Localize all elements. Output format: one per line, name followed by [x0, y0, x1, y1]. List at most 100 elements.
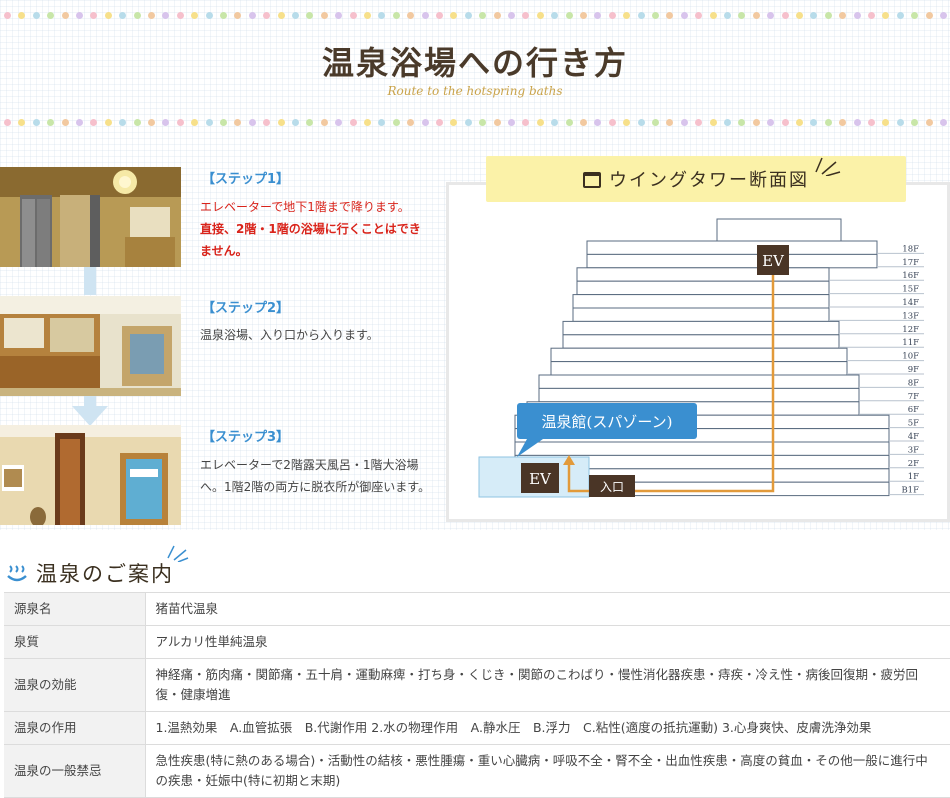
decorative-dot: [493, 119, 501, 126]
hotspring-info-table: 源泉名 猪苗代温泉 泉質 アルカリ性単純温泉 温泉の効能 神経痛・筋肉痛・関節痛・五十肩・…: [4, 592, 950, 798]
decorative-dot: [767, 12, 775, 19]
decorative-dot: [925, 119, 933, 126]
decorative-dot: [896, 119, 904, 126]
decorative-dot: [536, 12, 544, 19]
decorative-dot: [565, 12, 573, 19]
decorative-dot: [666, 119, 674, 126]
decorative-dot: [724, 119, 731, 126]
decorative-dot: [839, 119, 847, 126]
decorative-dot: [551, 12, 559, 19]
diagram-title-text: ウイングタワー断面図: [609, 170, 809, 191]
decorative-dot: [680, 119, 688, 126]
table-row: 温泉の効能 神経痛・筋肉痛・関節痛・五十肩・運動麻痺・打ち身・くじき・関節のこわば…: [4, 658, 950, 712]
diagram-title: ウイングタワー断面図: [486, 166, 906, 192]
decorative-dot: [853, 12, 861, 19]
floor-outline: [576, 267, 830, 282]
row-value: 1.温熱効果 A.血管拡張 B.代謝作用 2.水の物理作用 A.静水圧 B.浮力…: [145, 711, 950, 745]
row-value: 猪苗代温泉: [145, 592, 950, 626]
decorative-dot: [378, 119, 386, 126]
decorative-dot: [349, 119, 357, 126]
floor-outline: [562, 320, 840, 336]
ev-top-label: EV: [762, 252, 785, 270]
row-label: 温泉の作用: [4, 711, 146, 745]
decorative-dot: [551, 119, 559, 126]
decorative-dot: [76, 119, 83, 126]
decorative-dot: [148, 119, 155, 126]
floor-label: 8F: [908, 378, 919, 388]
decorative-dot: [90, 12, 98, 19]
sparkle-icon: [815, 157, 841, 176]
decorative-dot: [191, 12, 199, 19]
floor-label: 1F: [908, 472, 919, 482]
decorative-dot: [421, 119, 429, 126]
decorative-dot: [752, 119, 760, 126]
floor-label: 17F: [902, 258, 919, 268]
decorative-dot: [407, 119, 415, 126]
decorative-dot: [824, 12, 832, 19]
table-row: 源泉名 猪苗代温泉: [4, 592, 950, 626]
decorative-dot: [940, 119, 947, 126]
calendar-icon: [583, 172, 601, 188]
floor-label: 15F: [902, 285, 919, 295]
step1-text-red: エレベーターで地下1階まで降ります。: [200, 200, 410, 214]
decorative-dot: [306, 119, 314, 126]
diagram-title-banner: ウイングタワー断面図: [486, 156, 906, 202]
decorative-dot: [407, 12, 415, 19]
floor-outline: [538, 387, 860, 403]
table-row: 泉質 アルカリ性単純温泉: [4, 625, 950, 659]
decorative-dot: [666, 12, 674, 19]
decorative-dot: [796, 12, 803, 19]
decorative-dot: [882, 12, 890, 19]
decorative-dot: [191, 119, 199, 126]
decorative-dot: [205, 12, 213, 19]
decorative-dot: [18, 119, 26, 126]
floor-outline: [562, 334, 840, 349]
decorative-dot: [205, 119, 213, 126]
decorative-dot: [709, 12, 717, 19]
decorative-dot: [580, 119, 587, 126]
decorative-dot: [479, 12, 487, 19]
decorative-dot: [320, 119, 328, 126]
row-label: 温泉の効能: [4, 658, 146, 712]
decorative-dot: [292, 119, 299, 126]
decorative-dot: [133, 12, 141, 19]
decorative-dot: [320, 12, 328, 19]
decorative-dot: [508, 12, 515, 19]
floor-label: 9F: [908, 365, 919, 375]
decorative-dot: [868, 12, 875, 19]
decorative-dot: [522, 12, 530, 19]
decorative-dot: [364, 119, 371, 126]
roof-outline: [716, 218, 842, 242]
decorative-dot: [796, 119, 803, 126]
floor-outline: [550, 361, 848, 376]
floor-outline: [576, 280, 830, 296]
floor-label: 4F: [908, 432, 919, 442]
step1-photo: [0, 167, 181, 267]
floor-label: 10F: [902, 352, 919, 362]
decorative-dot: [4, 12, 11, 19]
decorative-dot: [925, 12, 933, 19]
decorative-dot: [464, 119, 472, 126]
decorative-dot: [824, 119, 832, 126]
decorative-dot: [464, 12, 472, 19]
row-label: 温泉の一般禁忌: [4, 744, 146, 798]
decorative-dot: [522, 119, 530, 126]
decorative-dot: [436, 12, 443, 19]
decorative-dot: [18, 12, 26, 19]
decorative-dot: [234, 119, 242, 126]
floor-label: 5F: [908, 419, 919, 429]
decorative-dot: [349, 12, 357, 19]
decorative-dot: [104, 12, 112, 19]
page-title: 温泉浴場への行き方: [321, 44, 628, 82]
decorative-dot: [162, 119, 170, 126]
decorative-dot: [162, 12, 170, 19]
row-value: 神経痛・筋肉痛・関節痛・五十肩・運動麻痺・打ち身・くじき・関節のこわばり・慢性消…: [145, 658, 950, 712]
floor-outline: [514, 441, 890, 456]
floor-label: 16F: [902, 271, 919, 281]
floor-outline: [572, 307, 830, 322]
decorative-dot: [810, 12, 818, 19]
decorative-dot: [248, 119, 256, 126]
decorative-dot: [450, 119, 458, 126]
decorative-dot: [90, 119, 98, 126]
decorative-dot: [306, 12, 314, 19]
